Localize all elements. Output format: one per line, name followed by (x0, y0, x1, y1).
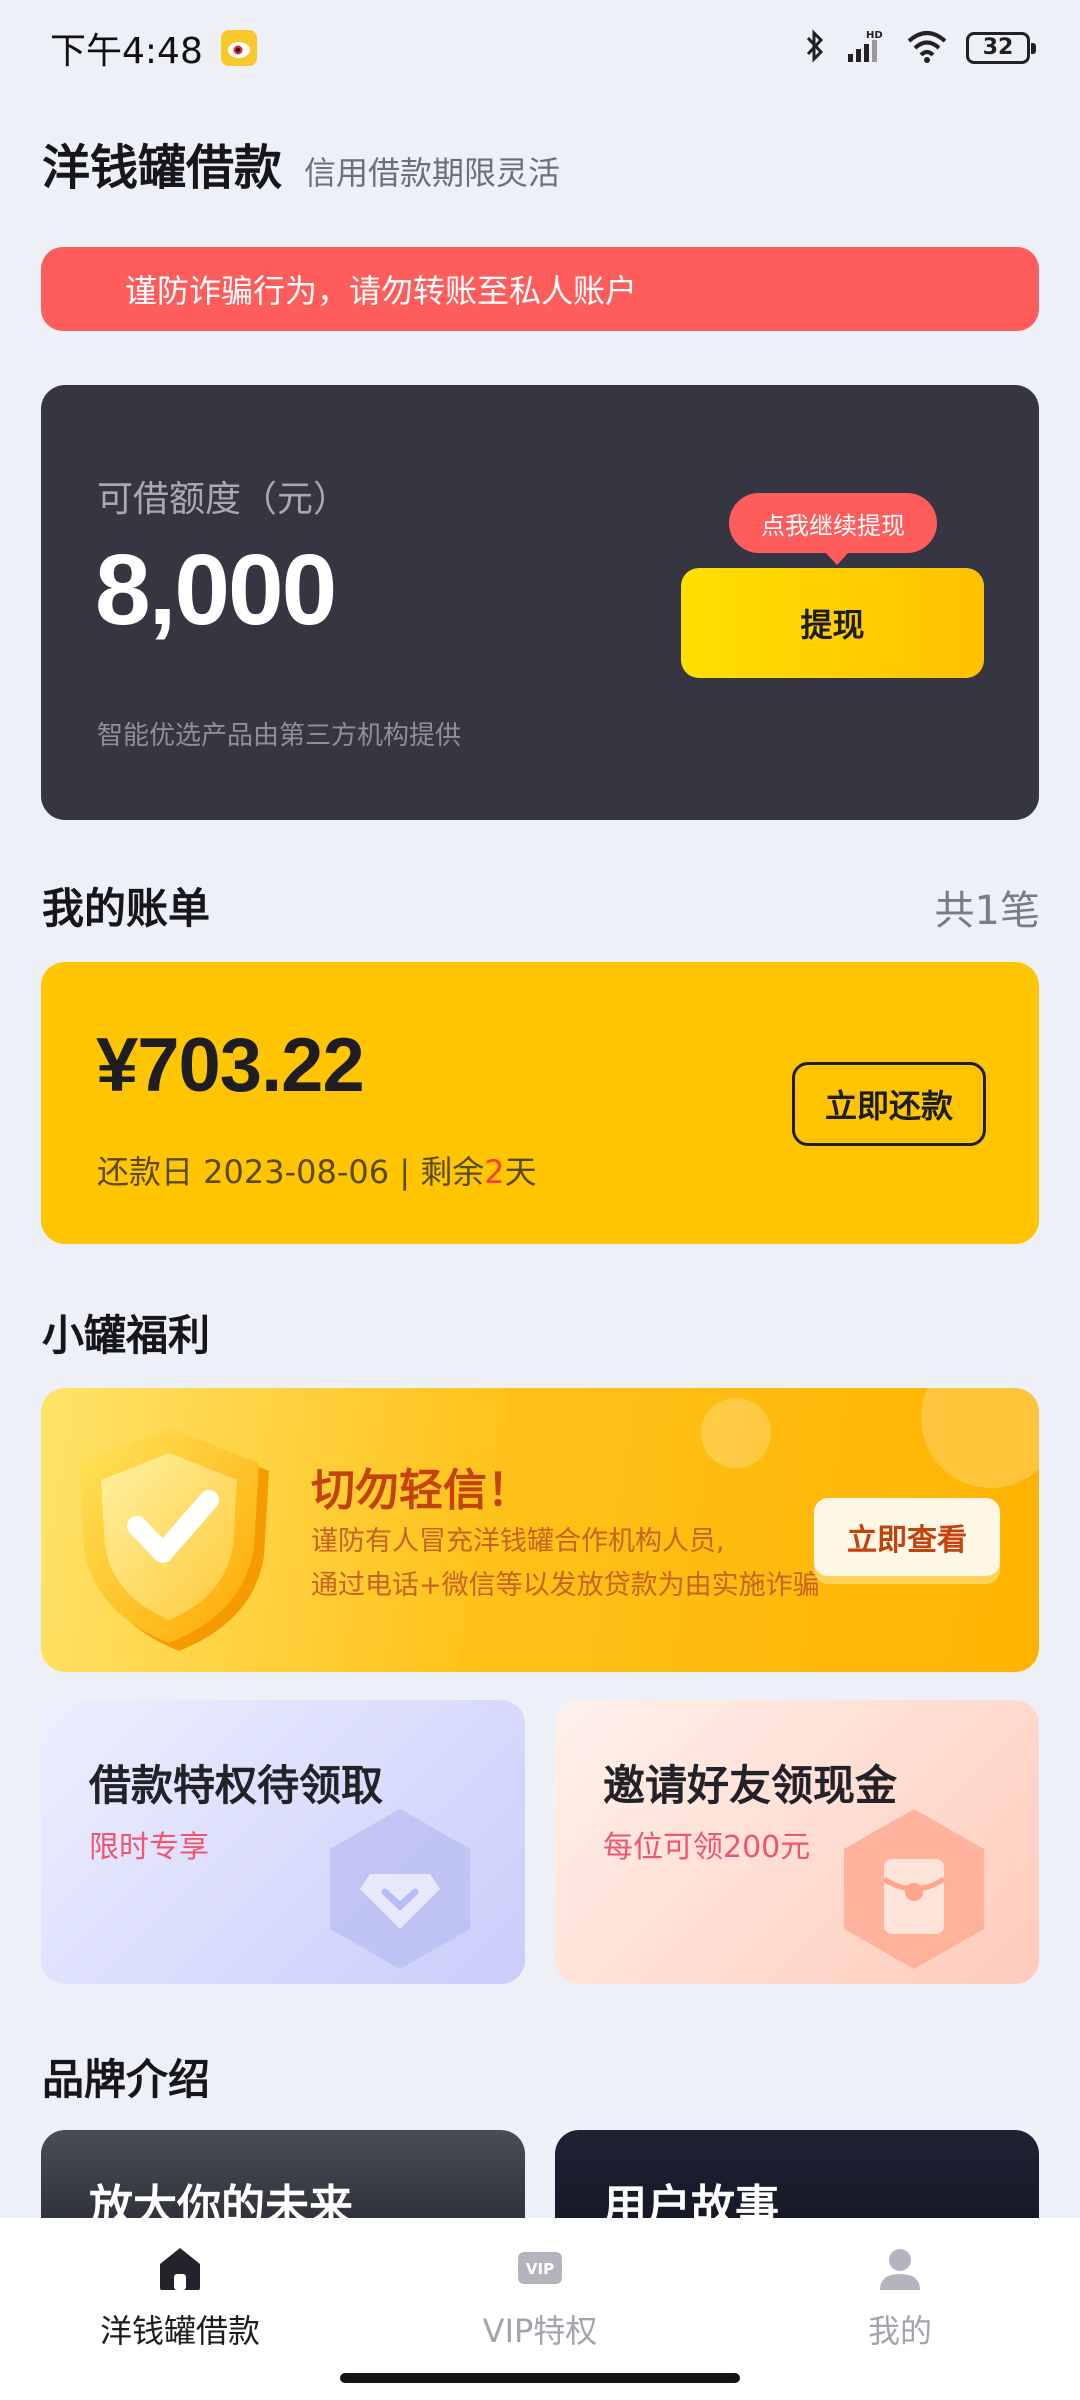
page-header: 洋钱罐借款 信用借款期限灵活 (42, 128, 560, 198)
svg-text:HD: HD (866, 30, 883, 41)
status-bar: 下午4:48 HD 32 (0, 0, 1080, 96)
bill-days-left: 2 (484, 1153, 505, 1191)
home-indicator[interactable] (340, 2373, 740, 2383)
third-party-note: 智能优选产品由第三方机构提供 (97, 721, 462, 751)
anti-fraud-banner[interactable]: 切勿轻信！ 谨防有人冒充洋钱罐合作机构人员, 通过电话+微信等以发放贷款为由实施… (41, 1388, 1039, 1672)
weibo-notification-icon (220, 30, 257, 66)
feature-subtitle: 限时专享 (89, 1830, 209, 1865)
bill-count[interactable]: 共1笔 (935, 878, 1040, 936)
bill-card[interactable]: ¥703.22 还款日 2023-08-06 | 剩余2天 立即还款 (41, 962, 1039, 1244)
nav-label: 我的 (867, 2312, 932, 2350)
nav-label: VIP特权 (482, 2312, 598, 2350)
bill-due-date: 还款日 2023-08-06 | 剩余2天 (97, 1147, 537, 1193)
view-now-button[interactable]: 立即查看 (814, 1498, 1000, 1576)
page-subtitle: 信用借款期限灵活 (304, 154, 561, 192)
nav-label: 洋钱罐借款 (99, 2312, 260, 2350)
vip-icon: VIP (512, 2240, 568, 2296)
bill-due-prefix: 还款日 2023-08-06 | 剩余 (97, 1153, 485, 1191)
brand-card-future[interactable]: 放大你的未来 (41, 2130, 525, 2230)
welfare-section-title: 小罐福利 (42, 1311, 211, 1360)
brand-card-stories[interactable]: 用户故事 (555, 2130, 1039, 2230)
banner-description: 谨防有人冒充洋钱罐合作机构人员, 通过电话+微信等以发放贷款为由实施诈骗 (311, 1520, 820, 1608)
bill-due-suffix: 天 (504, 1153, 537, 1191)
nav-tab-vip[interactable]: VIP VIP特权 (430, 2240, 650, 2352)
status-indicators: HD 32 (804, 28, 1036, 68)
credit-limit-card: 可借额度（元） 8,000 智能优选产品由第三方机构提供 点我继续提现 提现 (41, 385, 1039, 820)
loan-privilege-card[interactable]: 借款特权待领取 限时专享 (41, 1700, 525, 1984)
repay-now-button[interactable]: 立即还款 (792, 1062, 986, 1146)
withdraw-tip-bubble: 点我继续提现 (729, 493, 937, 565)
banner-line-1: 谨防有人冒充洋钱罐合作机构人员, (311, 1526, 725, 1557)
withdraw-button[interactable]: 提现 (681, 568, 984, 678)
page-title: 洋钱罐借款 (42, 140, 283, 196)
signal-icon: HD (844, 28, 888, 68)
nav-tab-mine[interactable]: 我的 (790, 2240, 1010, 2352)
feature-subtitle: 每位可领200元 (603, 1830, 811, 1865)
credit-limit-amount: 8,000 (95, 534, 337, 646)
banner-line-2: 通过电话+微信等以发放贷款为由实施诈骗 (311, 1570, 820, 1601)
fraud-warning-banner[interactable]: 谨防诈骗行为，请勿转账至私人账户 (41, 247, 1039, 331)
status-time: 下午4:48 (50, 31, 203, 72)
brand-section-title: 品牌介绍 (42, 2055, 211, 2104)
svg-text:VIP: VIP (526, 2260, 554, 2278)
red-envelope-icon (829, 1804, 999, 1974)
wifi-icon (906, 29, 948, 67)
diamond-icon (315, 1804, 485, 1974)
decor-bubble (921, 1388, 1039, 1488)
bill-amount: ¥703.22 (96, 1023, 365, 1108)
credit-limit-label: 可借额度（元） (97, 479, 350, 520)
user-icon (872, 2240, 928, 2296)
home-icon (152, 2240, 208, 2296)
decor-bubble (701, 1398, 771, 1468)
battery-indicator: 32 (966, 32, 1036, 64)
invite-friends-card[interactable]: 邀请好友领现金 每位可领200元 (555, 1700, 1039, 1984)
bluetooth-icon (804, 29, 826, 67)
bills-section-title: 我的账单 (42, 884, 211, 933)
nav-tab-loan[interactable]: 洋钱罐借款 (70, 2240, 290, 2352)
shield-check-icon (59, 1408, 299, 1658)
banner-title: 切勿轻信！ (311, 1465, 531, 1516)
